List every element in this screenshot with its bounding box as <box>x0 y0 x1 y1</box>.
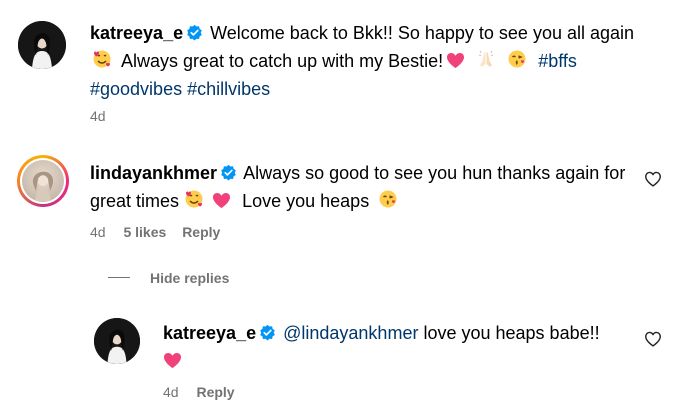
heart-emoji <box>212 190 231 216</box>
reply-avatar[interactable] <box>94 318 140 364</box>
replies-divider-line <box>108 277 130 278</box>
like-heart-icon[interactable] <box>644 171 662 187</box>
hashtag-goodvibes[interactable]: #goodvibes <box>90 79 182 99</box>
reply-meta: 4d Reply <box>163 383 235 401</box>
praying-hands-emoji <box>476 49 496 76</box>
reply-text: love you heaps babe!! <box>423 323 600 343</box>
post-caption-text-2: Always great to catch up with my Bestie! <box>121 51 444 71</box>
avatar-ring <box>20 158 66 204</box>
comment-meta: 4d 5 likes Reply <box>90 223 220 241</box>
hashtag-bffs[interactable]: #bffs <box>538 51 577 71</box>
post-avatar[interactable] <box>18 21 66 69</box>
heart-emoji <box>446 50 465 76</box>
post-caption-text-1: Welcome back to Bkk!! So happy to see yo… <box>210 23 635 43</box>
avatar-photo <box>94 318 140 364</box>
comment-likes[interactable]: 5 likes <box>123 224 166 240</box>
reply-mention[interactable]: @lindayankhmer <box>283 323 418 343</box>
hashtag-chillvibes[interactable]: #chillvibes <box>187 79 270 99</box>
reply-body: katreeya_e @lindayankhmer love you heaps… <box>163 320 633 376</box>
post-caption: katreeya_e Welcome back to Bkk!! So happ… <box>90 20 650 102</box>
avatar-photo <box>22 160 64 202</box>
comment-text-2: Love you heaps <box>242 191 370 211</box>
reply-reply-button[interactable]: Reply <box>196 384 234 400</box>
kiss-emoji <box>378 189 398 216</box>
smiling-hearts-emoji <box>184 189 204 216</box>
kiss-emoji <box>507 49 527 76</box>
reply-timestamp[interactable]: 4d <box>163 384 179 400</box>
like-heart-icon[interactable] <box>644 331 662 347</box>
reply-username[interactable]: katreeya_e <box>163 323 256 343</box>
post-username[interactable]: katreeya_e <box>90 23 183 43</box>
verified-badge-icon <box>220 162 237 188</box>
comment-timestamp[interactable]: 4d <box>90 224 106 240</box>
verified-badge-icon <box>186 22 203 48</box>
comment-body: lindayankhmer Always so good to see you … <box>90 160 630 216</box>
post-timestamp[interactable]: 4d <box>90 107 106 125</box>
heart-emoji <box>163 350 182 376</box>
comment-username[interactable]: lindayankhmer <box>90 163 217 183</box>
hide-replies-button[interactable]: Hide replies <box>150 269 229 287</box>
verified-badge-icon <box>259 322 276 348</box>
comment-reply-button[interactable]: Reply <box>182 224 220 240</box>
comment-avatar[interactable] <box>17 155 69 207</box>
avatar-photo <box>18 21 66 69</box>
smiling-hearts-emoji <box>92 49 112 76</box>
